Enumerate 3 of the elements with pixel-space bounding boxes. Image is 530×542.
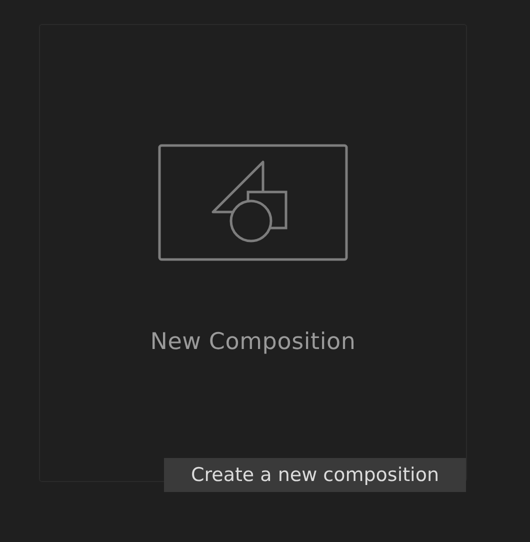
composition-icon xyxy=(158,144,348,261)
tooltip: Create a new composition xyxy=(164,458,466,492)
card-title: New Composition xyxy=(150,329,356,355)
